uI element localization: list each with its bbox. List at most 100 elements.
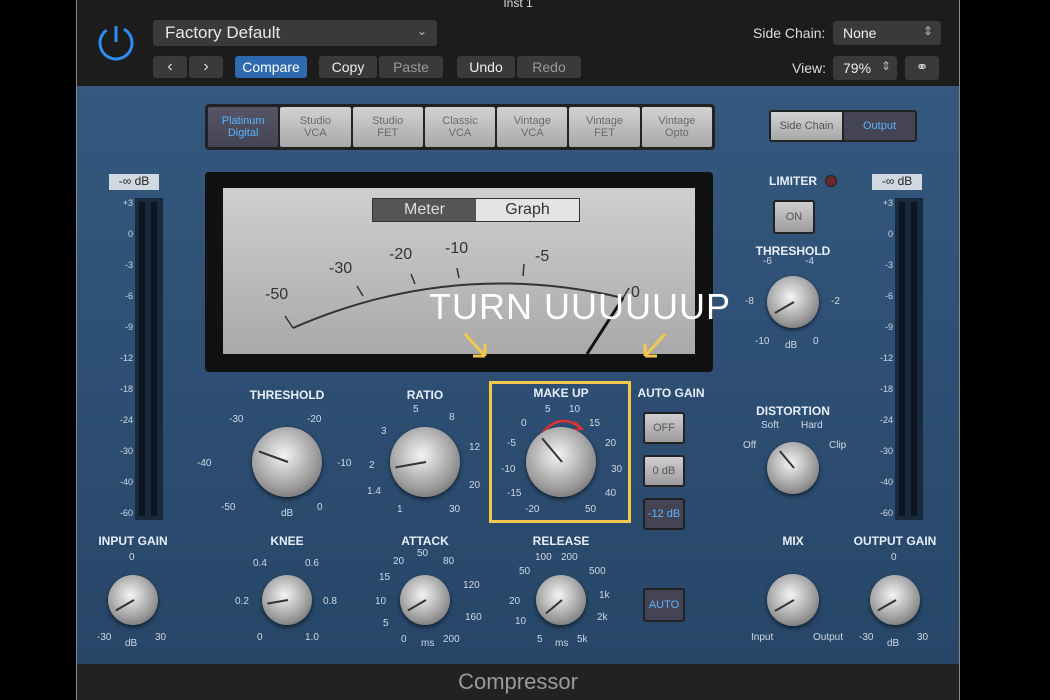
knob-tick-label: 20 <box>469 480 481 491</box>
copy-button[interactable]: Copy <box>319 56 377 78</box>
knob-tick-label: 200 <box>561 552 578 563</box>
knob-tick-label: -2 <box>831 296 840 307</box>
output-toggle-button[interactable]: Output <box>844 112 915 140</box>
knob-tick-label: dB <box>125 638 138 649</box>
input-gain-knob[interactable] <box>108 575 158 625</box>
distortion-knob[interactable] <box>767 442 819 494</box>
meter-scale-tick: -24 <box>119 415 133 425</box>
paste-button[interactable]: Paste <box>379 56 443 78</box>
knob-tick-label: 0.2 <box>235 596 249 607</box>
knob-tick-label: 5 <box>537 634 543 645</box>
mix-knob[interactable] <box>767 574 819 626</box>
distortion-label: DISTORTION <box>756 404 830 418</box>
threshold-knob[interactable] <box>252 427 322 497</box>
next-preset-button[interactable]: › <box>189 56 223 78</box>
knob-tick-label: 1.0 <box>305 632 319 643</box>
meter-scale-tick: -9 <box>884 322 893 332</box>
updown-icon: ⇕ <box>880 59 891 73</box>
output-gain-knob[interactable] <box>870 575 920 625</box>
meter-tick: -5 <box>535 248 550 265</box>
knob-tick-label: -4 <box>805 256 814 267</box>
knob-tick-label: 0 <box>129 552 135 563</box>
power-icon[interactable] <box>95 22 137 64</box>
attack-knob[interactable] <box>400 575 450 625</box>
meter-channel <box>911 202 917 516</box>
knob-indicator <box>115 599 135 612</box>
side-chain-select[interactable]: None ⇕ <box>833 21 941 45</box>
knob-indicator <box>395 461 427 469</box>
knob-tick-label: 30 <box>449 504 461 515</box>
knob-tick-label: ms <box>555 638 569 649</box>
knob-tick-label: 0 <box>317 502 323 513</box>
knob-tick-label: -30 <box>229 414 244 425</box>
knee-knob[interactable] <box>262 575 312 625</box>
knob-tick-label: 30 <box>917 632 929 643</box>
knob-tick-label: Clip <box>829 440 847 451</box>
circuit-type-button[interactable]: Platinum Digital <box>208 107 279 147</box>
limiter-led <box>825 175 837 187</box>
preset-menu[interactable]: Factory Default ⌄ <box>153 20 437 46</box>
knob-tick-label: 12 <box>469 442 481 453</box>
side-chain-label: Side Chain: <box>753 25 826 41</box>
knob-tick-label: 1 <box>397 504 403 515</box>
knob-tick-label: 40 <box>605 488 617 499</box>
side-chain-toggle-button[interactable]: Side Chain <box>771 112 842 140</box>
knob-tick-label: dB <box>785 340 798 351</box>
circuit-type-button[interactable]: Vintage VCA <box>497 107 568 147</box>
meter-scale-tick: -3 <box>124 260 133 270</box>
knob-tick-label: 10 <box>375 596 387 607</box>
knob-tick-label: 10 <box>569 404 581 415</box>
undo-button[interactable]: Undo <box>457 56 515 78</box>
limiter-on-button[interactable]: ON <box>773 200 815 234</box>
view-select[interactable]: 79% ⇕ <box>833 56 897 80</box>
knob-tick-label: -15 <box>507 488 522 499</box>
compare-button[interactable]: Compare <box>235 56 307 78</box>
meter-channel <box>151 202 157 516</box>
knob-tick-label: -10 <box>501 464 516 475</box>
circuit-type-button[interactable]: Classic VCA <box>424 107 496 147</box>
auto-gain-off-button[interactable]: OFF <box>643 412 685 444</box>
circuit-type-button[interactable]: Vintage Opto <box>641 107 712 147</box>
knob-tick-label: 0.4 <box>253 558 267 569</box>
meter-scale-tick: -6 <box>884 291 893 301</box>
circuit-type-button[interactable]: Studio VCA <box>280 107 351 147</box>
knob-tick-label: dB <box>281 508 294 519</box>
meter-scale-tick: -6 <box>124 291 133 301</box>
knob-tick-label: -6 <box>763 256 772 267</box>
knob-tick-label: 15 <box>589 418 601 429</box>
auto-gain-0db-button[interactable]: 0 dB <box>643 455 685 487</box>
meter-scale-tick: -3 <box>884 260 893 270</box>
knob-tick-label: 5 <box>545 404 551 415</box>
knob-indicator <box>258 450 289 463</box>
prev-preset-button[interactable]: ‹ <box>153 56 187 78</box>
knob-indicator <box>877 599 897 612</box>
limiter-threshold-knob[interactable] <box>767 276 819 328</box>
annotation-text: TURN UUUUUUP <box>429 286 731 327</box>
meter-scale-tick: -30 <box>879 446 893 456</box>
auto-gain-minus12-button[interactable]: -12 dB <box>643 498 685 530</box>
meter-tick: -30 <box>329 260 353 277</box>
release-knob[interactable] <box>536 575 586 625</box>
meter-scale-tick: -18 <box>119 384 133 394</box>
meter-scale-tick: 0 <box>887 229 893 239</box>
knob-tick-label: 5 <box>383 618 389 629</box>
knob-tick-label: Hard <box>801 420 823 431</box>
preset-name: Factory Default <box>165 23 281 42</box>
meter-track <box>135 198 163 520</box>
knob-tick-label: -8 <box>745 296 754 307</box>
knob-tick-label: 200 <box>443 634 460 645</box>
auto-release-button[interactable]: AUTO <box>643 588 685 622</box>
knob-tick-label: 0 <box>401 634 407 645</box>
circuit-type-button[interactable]: Vintage FET <box>569 107 640 147</box>
ratio-knob[interactable] <box>390 427 460 497</box>
knob-tick-label: 0.6 <box>305 558 319 569</box>
meter-scale-tick: +3 <box>122 198 133 208</box>
makeup-knob[interactable] <box>526 427 596 497</box>
output-gain-label: OUTPUT GAIN <box>853 534 937 548</box>
meter-scale-tick: -60 <box>119 508 133 518</box>
link-icon[interactable]: ⚭ <box>905 56 939 80</box>
knob-tick-label: -10 <box>337 458 352 469</box>
circuit-type-button[interactable]: Studio FET <box>352 107 423 147</box>
knob-tick-label: 50 <box>585 504 597 515</box>
redo-button[interactable]: Redo <box>517 56 581 78</box>
